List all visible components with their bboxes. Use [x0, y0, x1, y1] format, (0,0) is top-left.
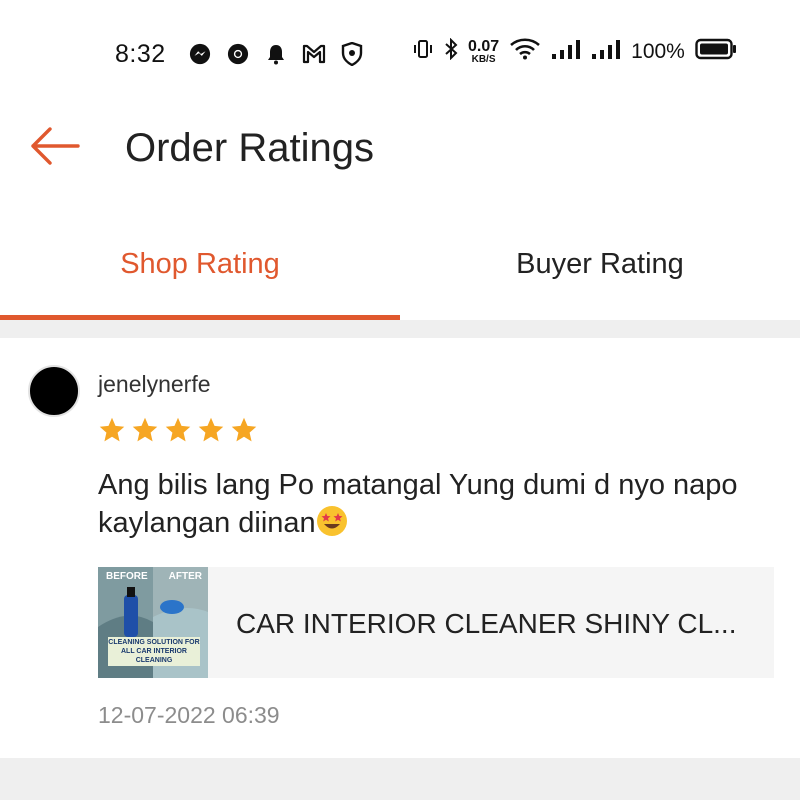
- status-bar: 8:32 0.07 KB/S 100%: [0, 0, 800, 110]
- network-speed: 0.07 KB/S: [468, 37, 500, 65]
- system-indicators: 0.07 KB/S 100%: [412, 37, 737, 65]
- reviewer-username: jenelynerfe: [98, 371, 211, 397]
- shield-icon: [340, 42, 364, 66]
- back-arrow-icon: [31, 127, 80, 165]
- tab-label: Buyer Rating: [516, 248, 684, 280]
- product-card[interactable]: BEFORE AFTER CLEANING SOLUTION FOR ALL C…: [98, 567, 774, 678]
- app-header: Order Ratings: [0, 110, 800, 185]
- signal-icon: [591, 38, 621, 65]
- star-icon: [99, 417, 125, 442]
- section-divider: [0, 320, 800, 338]
- messenger-icon: [188, 42, 212, 66]
- tab-label: Shop Rating: [120, 248, 280, 280]
- thumbnail-caption: CLEANING SOLUTION FOR ALL CAR INTERIOR C…: [108, 637, 200, 666]
- review-comment-text: Ang bilis lang Po matangal Yung dumi d n…: [98, 469, 738, 539]
- bluetooth-icon: [444, 37, 458, 65]
- star-icon: [165, 417, 191, 442]
- status-time: 8:32: [115, 40, 166, 68]
- notification-icons: [188, 42, 364, 66]
- section-divider: [0, 758, 800, 800]
- signal-icon: [551, 38, 581, 65]
- vibrate-icon: [412, 38, 434, 65]
- battery-percent: 100%: [631, 39, 685, 63]
- star-struck-emoji-icon: [316, 505, 348, 537]
- page-title: Order Ratings: [125, 126, 374, 170]
- chrome-icon: [226, 42, 250, 66]
- battery-icon: [695, 38, 737, 65]
- review-date: 12-07-2022 06:39: [98, 702, 280, 728]
- review-comment: Ang bilis lang Po matangal Yung dumi d n…: [98, 466, 758, 542]
- thumbnail-before-label: BEFORE: [106, 571, 148, 582]
- star-rating: [98, 416, 258, 444]
- star-icon: [198, 417, 224, 442]
- rating-tabs: Shop Rating Buyer Rating: [0, 218, 800, 320]
- tab-buyer-rating[interactable]: Buyer Rating: [400, 218, 800, 320]
- wifi-icon: [509, 38, 541, 65]
- avatar[interactable]: [28, 365, 80, 417]
- bell-icon: [264, 42, 288, 66]
- product-thumbnail: BEFORE AFTER CLEANING SOLUTION FOR ALL C…: [98, 567, 208, 678]
- gmail-icon: [302, 42, 326, 66]
- review-card: jenelynerfe Ang bilis lang Po matangal Y…: [0, 338, 800, 758]
- product-name: CAR INTERIOR CLEANER SHINY CL...: [236, 608, 737, 639]
- thumbnail-after-label: AFTER: [168, 571, 202, 582]
- tab-shop-rating[interactable]: Shop Rating: [0, 218, 400, 320]
- back-button[interactable]: [28, 124, 82, 168]
- star-icon: [132, 417, 158, 442]
- star-icon: [231, 417, 257, 442]
